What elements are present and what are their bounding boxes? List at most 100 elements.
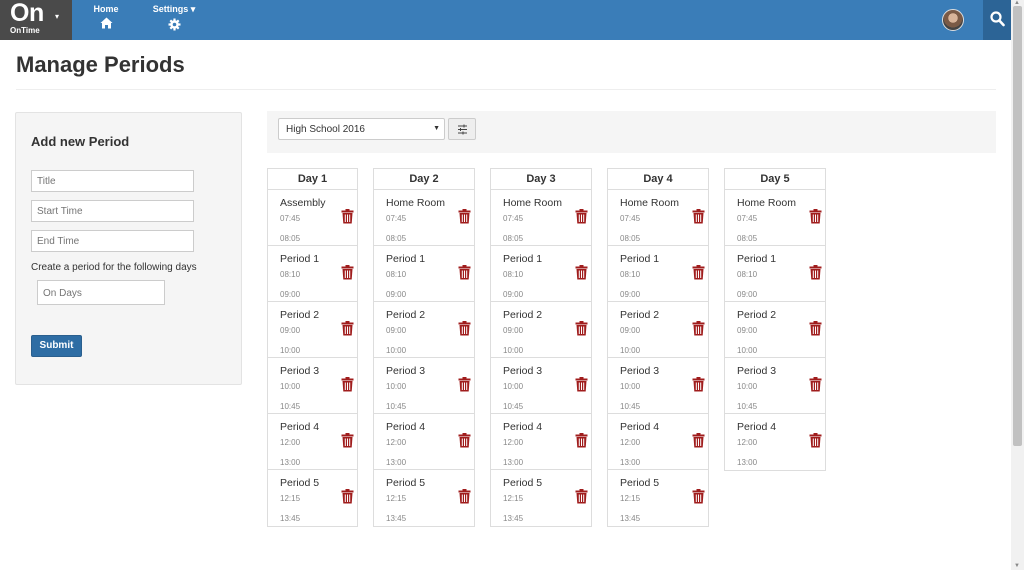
period-name: Period 2 (503, 309, 543, 321)
day-column: Day 2 Home Room 07:45 08:05 Period 1 08:10 09:… (373, 168, 475, 527)
period-name: Home Room (737, 197, 796, 209)
period-end-time: 09:00 (280, 290, 301, 299)
trash-icon[interactable] (575, 489, 588, 504)
period-end-time: 09:00 (737, 290, 758, 299)
trash-icon[interactable] (341, 433, 354, 448)
period-end-time: 10:45 (620, 402, 641, 411)
nav-home[interactable]: Home (86, 0, 126, 40)
trash-icon[interactable] (575, 377, 588, 392)
period-end-time: 10:00 (620, 346, 641, 355)
nav-settings[interactable]: Settings ▾ (145, 0, 203, 40)
trash-icon[interactable] (341, 321, 354, 336)
period-start-time: 12:15 (386, 494, 407, 503)
on-days-input[interactable] (37, 280, 165, 305)
trash-icon[interactable] (809, 209, 822, 224)
period-name: Period 5 (620, 477, 660, 489)
trash-icon[interactable] (458, 433, 471, 448)
school-select[interactable]: High School 2016 ▼ (278, 118, 445, 140)
period-name: Period 2 (737, 309, 777, 321)
period-name: Period 1 (386, 253, 426, 265)
period-name: Period 4 (503, 421, 543, 433)
period-end-time: 10:00 (386, 346, 407, 355)
scroll-down-arrow[interactable]: ▼ (1014, 563, 1020, 569)
trash-icon[interactable] (692, 377, 705, 392)
scrollbar-thumb[interactable] (1013, 6, 1022, 446)
period-start-time: 07:45 (503, 214, 524, 223)
trash-icon[interactable] (809, 321, 822, 336)
period-item: Period 4 12:00 13:00 (268, 414, 357, 470)
trash-icon[interactable] (458, 209, 471, 224)
period-end-time: 13:00 (620, 458, 641, 467)
user-avatar[interactable] (942, 9, 964, 31)
day-header: Day 5 (725, 169, 825, 190)
trash-icon[interactable] (458, 265, 471, 280)
page-scrollbar[interactable]: ▲ ▼ (1011, 0, 1024, 570)
day-header: Day 1 (268, 169, 357, 190)
period-end-time: 13:45 (386, 514, 407, 523)
start-time-input[interactable] (31, 200, 194, 222)
period-name: Period 1 (503, 253, 543, 265)
submit-button[interactable]: Submit (31, 335, 82, 357)
day-column: Day 4 Home Room 07:45 08:05 Period 1 08:10 09:… (607, 168, 709, 527)
period-name: Period 3 (280, 365, 320, 377)
sliders-icon (458, 124, 467, 135)
period-name: Period 3 (386, 365, 426, 377)
period-name: Period 3 (620, 365, 660, 377)
trash-icon[interactable] (575, 433, 588, 448)
period-name: Home Room (620, 197, 679, 209)
search-button[interactable] (983, 0, 1011, 40)
end-time-input[interactable] (31, 230, 194, 252)
period-item: Period 5 12:15 13:45 (491, 470, 591, 526)
period-start-time: 08:10 (503, 270, 524, 279)
trash-icon[interactable] (575, 321, 588, 336)
period-start-time: 12:00 (386, 438, 407, 447)
trash-icon[interactable] (458, 321, 471, 336)
period-item: Period 5 12:15 13:45 (608, 470, 708, 526)
period-end-time: 08:05 (280, 234, 301, 243)
period-start-time: 09:00 (737, 326, 758, 335)
period-item: Period 1 08:10 09:00 (491, 246, 591, 302)
trash-icon[interactable] (575, 209, 588, 224)
trash-icon[interactable] (809, 265, 822, 280)
trash-icon[interactable] (809, 433, 822, 448)
period-start-time: 09:00 (620, 326, 641, 335)
period-name: Period 1 (620, 253, 660, 265)
trash-icon[interactable] (458, 489, 471, 504)
trash-icon[interactable] (692, 209, 705, 224)
trash-icon[interactable] (341, 377, 354, 392)
trash-icon[interactable] (341, 209, 354, 224)
period-end-time: 10:00 (503, 346, 524, 355)
trash-icon[interactable] (692, 265, 705, 280)
period-start-time: 12:00 (280, 438, 301, 447)
title-input[interactable] (31, 170, 194, 192)
trash-icon[interactable] (692, 489, 705, 504)
trash-icon[interactable] (458, 377, 471, 392)
day-column: Day 1 Assembly 07:45 08:05 Period 1 08:10 09:0… (267, 168, 358, 527)
period-start-time: 09:00 (503, 326, 524, 335)
period-name: Home Room (503, 197, 562, 209)
period-start-time: 08:10 (620, 270, 641, 279)
trash-icon[interactable] (575, 265, 588, 280)
period-item: Period 1 08:10 09:00 (725, 246, 825, 302)
days-label: Create a period for the following days (31, 262, 197, 273)
period-end-time: 08:05 (737, 234, 758, 243)
period-item: Period 4 12:00 13:00 (608, 414, 708, 470)
filter-settings-button[interactable] (448, 118, 476, 140)
period-end-time: 08:05 (503, 234, 524, 243)
trash-icon[interactable] (692, 321, 705, 336)
period-start-time: 07:45 (620, 214, 641, 223)
period-item: Period 3 10:00 10:45 (268, 358, 357, 414)
period-name: Period 5 (280, 477, 320, 489)
trash-icon[interactable] (809, 377, 822, 392)
trash-icon[interactable] (341, 265, 354, 280)
period-item: Period 2 09:00 10:00 (608, 302, 708, 358)
period-item: Period 1 08:10 09:00 (268, 246, 357, 302)
trash-icon[interactable] (692, 433, 705, 448)
chevron-down-icon: ▼ (433, 125, 440, 132)
period-start-time: 10:00 (280, 382, 301, 391)
period-name: Period 5 (503, 477, 543, 489)
trash-icon[interactable] (341, 489, 354, 504)
home-icon (100, 17, 112, 29)
period-end-time: 10:45 (503, 402, 524, 411)
brand-menu[interactable]: On ▾ OnTime (0, 0, 72, 40)
